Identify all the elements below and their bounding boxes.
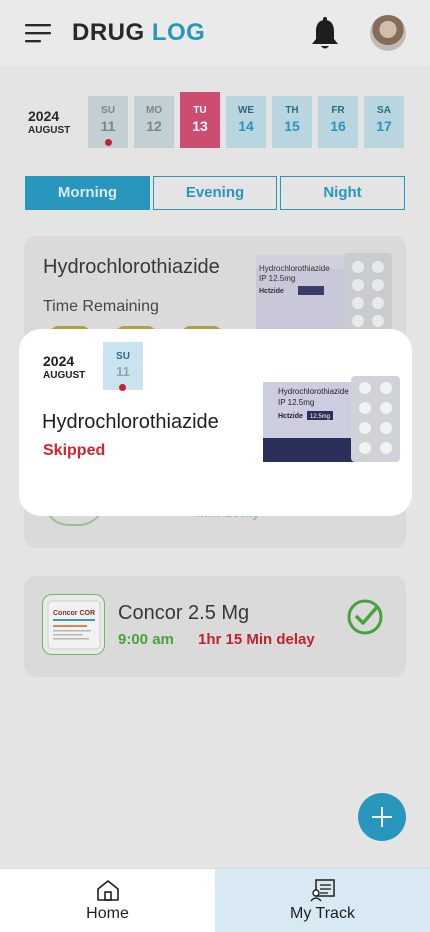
pack-brand: Hctzide: [278, 413, 303, 420]
nav-home-label: Home: [86, 905, 129, 922]
modal-day-date: 11: [116, 364, 130, 379]
home-icon: [97, 880, 119, 901]
nav-my-track[interactable]: My Track: [215, 869, 430, 932]
pack-line1: Hydrochlorothiazide: [278, 387, 349, 396]
medicine-pack-image: Hydrochlorothiazide IP 12.5mg Hctzide 12…: [263, 376, 400, 462]
dose-detail-modal: 2024 AUGUST SU 11 Hydrochlorothiazide Sk…: [19, 329, 412, 516]
pack-dose: 12.5mg: [310, 414, 330, 420]
nav-my-track-label: My Track: [290, 905, 355, 922]
modal-day-name: SU: [116, 351, 130, 362]
modal-month: AUGUST: [43, 370, 86, 381]
pack-line2: IP 12.5mg: [278, 398, 314, 407]
missed-dot: [119, 384, 126, 391]
modal-drug-name: Hydrochlorothiazide: [42, 411, 219, 433]
nav-home[interactable]: Home: [0, 869, 215, 932]
modal-status: Skipped: [43, 442, 106, 459]
modal-year: 2024: [43, 353, 75, 369]
track-icon: [310, 879, 335, 902]
modal-day: SU 11: [103, 342, 143, 391]
bottom-nav: Home My Track: [0, 868, 430, 932]
